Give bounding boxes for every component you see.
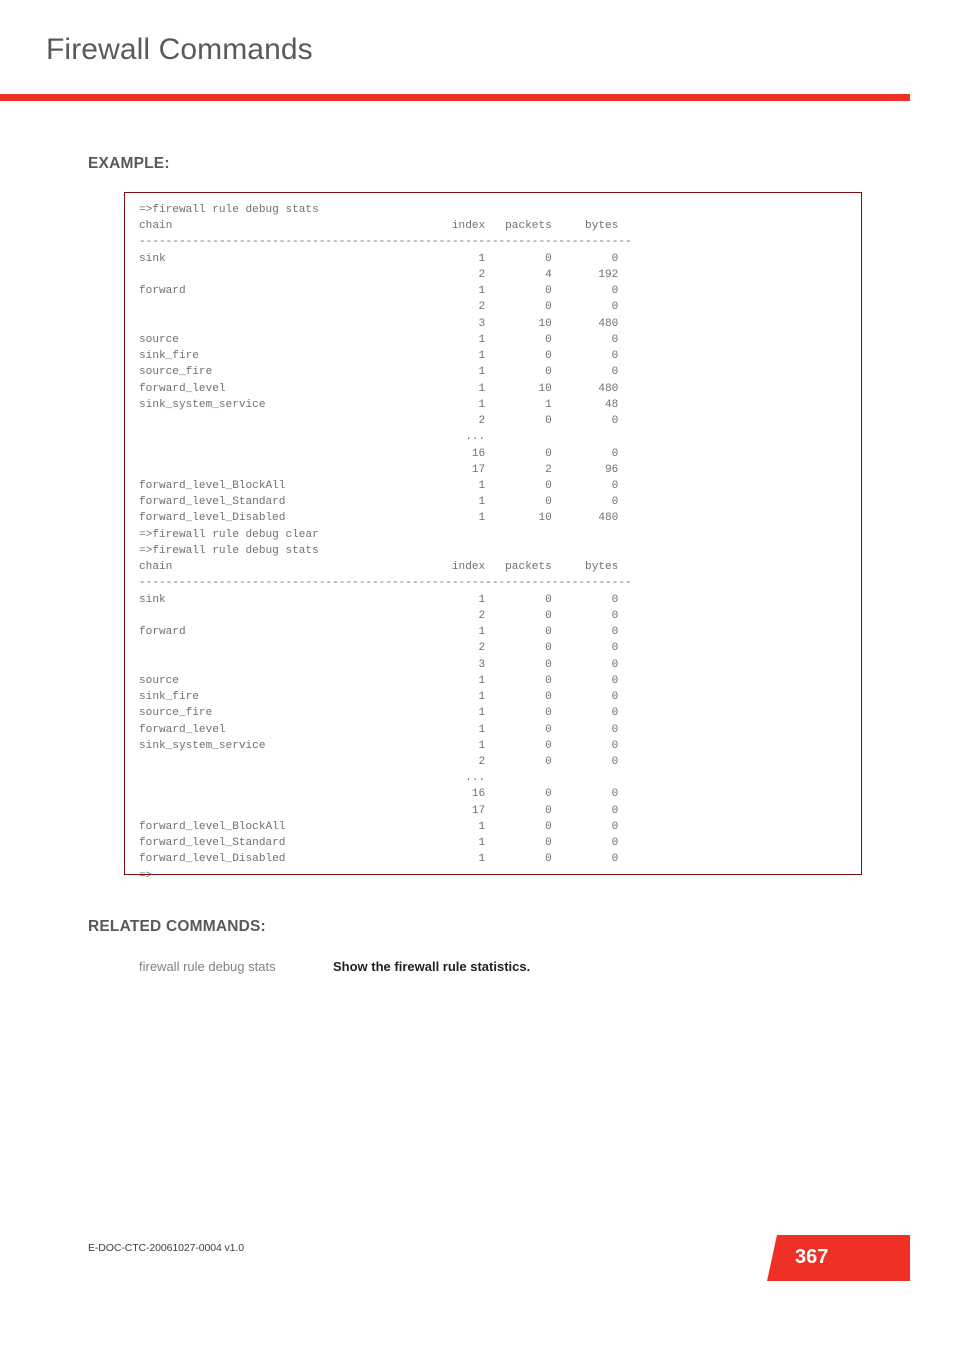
header-accent-rule [0, 94, 910, 101]
page-title: Firewall Commands [46, 33, 313, 66]
related-command-row: firewall rule debug stats Show the firew… [139, 959, 530, 974]
page-number-tag: 367 [767, 1235, 910, 1281]
example-code-block: =>firewall rule debug stats chain index … [124, 192, 862, 882]
related-command-name[interactable]: firewall rule debug stats [139, 959, 333, 974]
page-number: 367 [795, 1246, 829, 1268]
code-block-inner: =>firewall rule debug stats chain index … [125, 193, 861, 884]
console-output: =>firewall rule debug stats chain index … [139, 204, 632, 882]
related-commands-heading: RELATED COMMANDS: [88, 918, 266, 935]
footer-document-id: E-DOC-CTC-20061027-0004 v1.0 [88, 1242, 244, 1254]
example-section-heading: EXAMPLE: [88, 155, 170, 172]
related-command-description: Show the firewall rule statistics. [333, 959, 531, 974]
